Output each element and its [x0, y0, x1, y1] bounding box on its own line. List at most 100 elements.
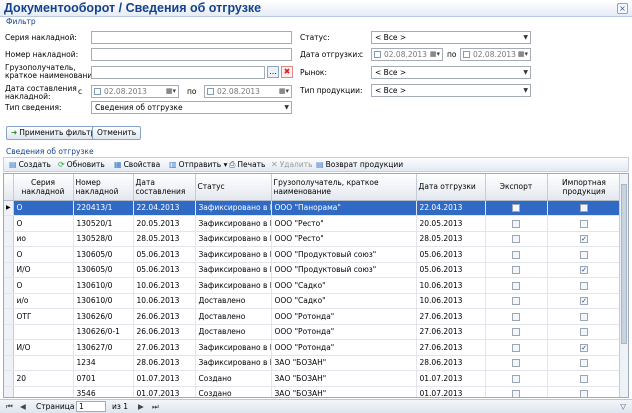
column-header[interactable]: Экспорт	[485, 174, 548, 201]
import-checkbox[interactable]	[580, 390, 588, 397]
column-header[interactable]: Номер накладной	[73, 174, 134, 201]
consignee-input[interactable]	[91, 66, 265, 79]
table-cell: ООО "Продуктовый союз"	[271, 262, 417, 278]
table-row[interactable]: И/О130605/005.06.2013Зафиксировано в ЕГ.…	[4, 262, 622, 278]
import-checkbox[interactable]	[580, 328, 588, 337]
table-row[interactable]: О130520/120.05.2013Зафиксировано в ЕГ...…	[4, 215, 622, 232]
market-select[interactable]: < Все > ▼	[371, 66, 531, 79]
row-indicator[interactable]	[4, 339, 14, 356]
scrollbar-thumb[interactable]	[621, 184, 627, 344]
export-checkbox[interactable]	[512, 250, 520, 259]
row-indicator[interactable]	[4, 355, 14, 371]
row-indicator[interactable]	[4, 215, 14, 232]
row-indicator[interactable]	[4, 370, 14, 387]
row-indicator[interactable]	[4, 262, 14, 278]
export-checkbox[interactable]	[512, 312, 520, 321]
calendar-icon[interactable]: ▦▾	[279, 86, 289, 97]
product-type-select[interactable]: < Все > ▼	[371, 84, 531, 97]
prev-page-icon[interactable]: ◀	[20, 401, 26, 413]
row-pointer-icon[interactable]: ▶	[4, 200, 14, 216]
table-row[interactable]: ио130528/028.05.2013Зафиксировано в ЕГ..…	[4, 231, 622, 247]
table-row[interactable]: И/О130627/027.06.2013Зафиксировано в ЕГ.…	[4, 339, 622, 356]
import-checkbox[interactable]	[580, 204, 588, 213]
import-checkbox[interactable]	[580, 250, 588, 259]
table-row[interactable]: О130605/005.06.2013Зафиксировано в ЕГ...…	[4, 246, 622, 263]
export-checkbox[interactable]	[512, 328, 520, 337]
next-page-icon[interactable]: ▶	[138, 401, 144, 413]
date-to-checkbox[interactable]	[207, 88, 214, 95]
date-to-field[interactable]: 02.08.2013 ▦▾	[204, 85, 292, 98]
ship-from-field[interactable]: 02.08.2013 ▦▾	[371, 48, 443, 61]
export-checkbox[interactable]	[512, 390, 520, 397]
export-checkbox[interactable]	[512, 281, 520, 290]
table-row[interactable]: 123428.06.2013Зафиксировано в ЕГ...ЗАО "…	[4, 355, 622, 371]
series-input[interactable]	[91, 31, 292, 44]
vertical-scrollbar[interactable]	[619, 174, 628, 397]
date-from-field[interactable]: 02.08.2013 ▦▾	[91, 85, 179, 98]
row-indicator[interactable]	[4, 324, 14, 340]
import-checkbox[interactable]	[580, 281, 588, 290]
calendar-icon[interactable]: ▦▾	[518, 49, 528, 60]
import-checkbox[interactable]	[580, 312, 588, 321]
refresh-button[interactable]: ⟳ Обновить	[58, 159, 105, 171]
properties-button[interactable]: ▦ Свойства	[114, 159, 160, 171]
info-type-select[interactable]: Сведения об отгрузке ▼	[91, 101, 292, 114]
filter-funnel-icon[interactable]: ▽	[620, 401, 626, 413]
column-header[interactable]: Статус	[195, 174, 272, 201]
export-checkbox[interactable]	[512, 219, 520, 228]
import-checkbox[interactable]	[580, 374, 588, 383]
export-checkbox[interactable]	[512, 266, 520, 275]
close-button[interactable]: ×	[617, 3, 628, 14]
consignee-pick-button[interactable]: ...	[267, 66, 279, 78]
column-header[interactable]: Импортная продукция	[547, 174, 622, 201]
row-indicator[interactable]	[4, 308, 14, 325]
export-checkbox[interactable]	[512, 359, 520, 368]
row-indicator[interactable]	[4, 246, 14, 263]
table-row[interactable]: ОТГ 130626/0 26.06.2013 Доставлено ООО "Рото…	[4, 308, 622, 325]
cancel-filter-button[interactable]: Отменить	[92, 126, 142, 140]
export-checkbox[interactable]	[512, 343, 520, 352]
import-checkbox[interactable]: ✓	[580, 235, 588, 244]
consignee-clear-icon[interactable]: ✖	[281, 66, 293, 78]
column-header[interactable]: Серия накладной	[13, 174, 74, 201]
table-row[interactable]: 20 0701 01.07.2013 Создано ЗАО "БОЗАН" 01.07.…	[4, 370, 622, 387]
row-indicator[interactable]	[4, 231, 14, 247]
table-row[interactable]: 3546 01.07.2013 Создано ЗАО "БОЗАН" 01.07.20…	[4, 386, 622, 397]
table-row[interactable]: 130626/0-1 26.06.2013 Доставлено ООО "Ротон…	[4, 324, 622, 340]
export-checkbox[interactable]	[512, 297, 520, 306]
column-header[interactable]: Дата отгрузки	[416, 174, 486, 201]
import-checkbox[interactable]: ✓	[580, 266, 588, 275]
import-checkbox[interactable]	[580, 359, 588, 368]
print-button[interactable]: ⎙ Печать	[229, 159, 265, 171]
row-indicator[interactable]	[4, 293, 14, 309]
table-row[interactable]: ▶О220413/122.04.2013Зафиксировано в ЕГ..…	[4, 200, 622, 216]
export-checkbox[interactable]	[512, 204, 520, 213]
row-indicator[interactable]	[4, 386, 14, 397]
first-page-icon[interactable]: ⏮	[6, 401, 13, 413]
export-checkbox[interactable]	[512, 374, 520, 383]
status-select[interactable]: < Все > ▼	[371, 31, 531, 44]
export-checkbox[interactable]	[512, 235, 520, 244]
delete-button[interactable]: ✕ Удалить	[271, 159, 313, 171]
import-checkbox[interactable]: ✓	[580, 343, 588, 352]
return-products-button[interactable]: ▤ Возврат продукции	[316, 159, 403, 171]
calendar-icon[interactable]: ▦▾	[430, 49, 440, 60]
ship-to-field[interactable]: 02.08.2013 ▦▾	[460, 48, 531, 61]
row-indicator[interactable]	[4, 277, 14, 294]
import-checkbox[interactable]	[580, 219, 588, 228]
page-input[interactable]: 1	[76, 401, 106, 412]
send-button[interactable]: ▥ Отправить ▾	[169, 159, 227, 171]
column-header[interactable]: Грузополучатель, краткое наименование	[271, 174, 417, 201]
column-header[interactable]: Дата составления	[133, 174, 196, 201]
calendar-icon[interactable]: ▦▾	[166, 86, 176, 97]
table-row[interactable]: О130610/010.06.2013Зафиксировано в ЕГ...…	[4, 277, 622, 294]
table-row[interactable]: и/о 130610/0 10.06.2013 Доставлено ООО "Садк…	[4, 293, 622, 309]
number-input[interactable]	[91, 48, 292, 61]
ship-to-checkbox[interactable]	[463, 51, 470, 58]
apply-filter-button[interactable]: ➜ Применить фильтр	[6, 126, 101, 140]
create-button[interactable]: ▤ Создать	[9, 159, 51, 171]
import-checkbox[interactable]: ✓	[580, 297, 588, 306]
last-page-icon[interactable]: ⏭	[152, 401, 159, 413]
date-from-checkbox[interactable]	[94, 88, 101, 95]
ship-from-checkbox[interactable]	[374, 51, 381, 58]
